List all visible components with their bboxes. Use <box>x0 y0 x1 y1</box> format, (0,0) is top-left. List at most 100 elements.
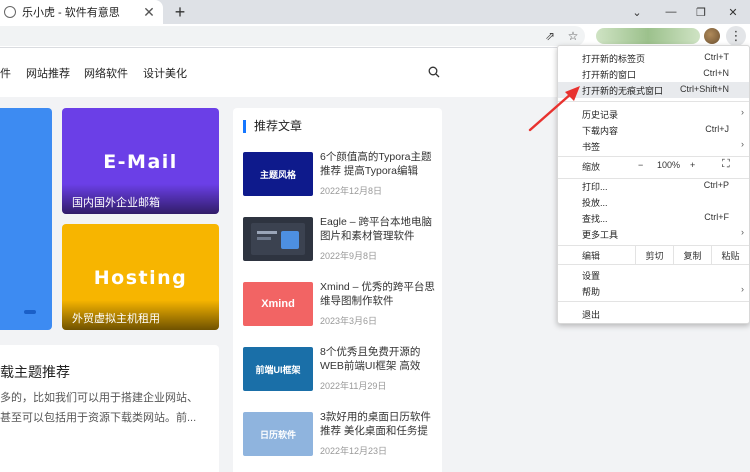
menu-item-history[interactable]: 历史记录 › <box>558 106 749 122</box>
recommended-articles: 推荐文章 主题风格 6个颜值高的Typora主题推荐 提高Typora编辑器..… <box>233 108 442 472</box>
article-title[interactable]: 8个优秀且免费开源的WEB前端UI框架 高效开... <box>320 345 437 373</box>
window-close-button[interactable]: ✕ <box>718 0 748 24</box>
zoom-in-button[interactable]: + <box>690 160 695 170</box>
section-description: 多的，比如我们可以用于搭建企业网站、 甚至可以包括用于资源下载类网站。前... <box>0 388 205 428</box>
article-date: 2023年3月6日 <box>320 316 378 326</box>
menu-item-bookmarks[interactable]: 书签 › <box>558 138 749 154</box>
description-line: 甚至可以包括用于资源下载类网站。前... <box>0 412 197 424</box>
zoom-row: 缩放 − 100% + ⛶ <box>558 156 749 178</box>
articles-heading: 推荐文章 <box>243 120 302 133</box>
promo-card-email[interactable]: E-Mail 国内国外企业邮箱 <box>62 108 219 214</box>
minimize-button[interactable]: — <box>656 0 686 24</box>
menu-item-new-window[interactable]: 打开新的窗口 Ctrl+N <box>558 66 749 82</box>
menu-divider <box>558 301 749 302</box>
copy-button[interactable]: 复制 <box>673 246 711 264</box>
article-date: 2022年11月29日 <box>320 381 387 391</box>
article-item[interactable]: Xmind Xmind – 优秀的跨平台思维导图制作软件 2023年3月6日 <box>243 280 439 326</box>
promo-title: Hosting <box>93 267 188 289</box>
paste-button[interactable]: 粘贴 <box>711 246 749 264</box>
article-title[interactable]: 3款好用的桌面日历软件推荐 美化桌面和任务提醒 <box>320 410 437 438</box>
promo-caption: 外贸虚拟主机租用 <box>62 300 219 330</box>
address-bar[interactable] <box>0 26 585 46</box>
avatar[interactable] <box>704 28 720 44</box>
article-title[interactable]: Xmind – 优秀的跨平台思维导图制作软件 <box>320 280 437 308</box>
menu-item-label: 帮助 <box>582 287 601 297</box>
menu-item-cast[interactable]: 投放... <box>558 194 749 210</box>
menu-kebab-icon[interactable]: ⋮ <box>726 26 746 46</box>
cut-button[interactable]: 剪切 <box>635 246 673 264</box>
menu-item-downloads[interactable]: 下载内容 Ctrl+J <box>558 122 749 138</box>
menu-item-exit[interactable]: 退出 <box>558 306 749 322</box>
edit-label: 编辑 <box>582 250 601 261</box>
menu-item-label: 书签 <box>582 142 601 152</box>
menu-item-print[interactable]: 打印... Ctrl+P <box>558 178 749 194</box>
menu-item-help[interactable]: 帮助 › <box>558 283 749 299</box>
menu-item-label: 查找... <box>582 214 608 224</box>
article-title[interactable]: Eagle – 跨平台本地电脑图片和素材管理软件 <box>320 215 437 243</box>
chevron-right-icon: › <box>741 227 744 237</box>
carousel-indicator[interactable] <box>24 310 36 314</box>
tab-close-icon[interactable]: ✕ <box>141 4 157 21</box>
article-item[interactable]: Eagle – 跨平台本地电脑图片和素材管理软件 2022年9月8日 <box>243 215 439 261</box>
article-item[interactable]: 主题风格 6个颜值高的Typora主题推荐 提高Typora编辑器... 202… <box>243 150 439 196</box>
zoom-out-button[interactable]: − <box>638 160 643 170</box>
site-favicon-icon <box>4 6 16 18</box>
article-thumbnail[interactable]: Xmind <box>243 282 313 326</box>
article-thumbnail[interactable]: 日历软件 <box>243 412 313 456</box>
fullscreen-icon[interactable]: ⛶ <box>722 158 730 171</box>
chevron-right-icon: › <box>741 139 744 149</box>
nav-item-design[interactable]: 设计美化 <box>143 65 187 81</box>
tab-strip: 乐小虎 - 软件有意思 ✕ + ⌄ — ❐ ✕ <box>0 0 750 24</box>
browser-main-menu: 打开新的标签页 Ctrl+T 打开新的窗口 Ctrl+N 打开新的无痕式窗口 C… <box>557 45 750 324</box>
zoom-level: 100% <box>657 160 681 170</box>
menu-item-label: 设置 <box>582 271 601 281</box>
menu-item-shortcut: Ctrl+P <box>703 180 729 190</box>
menu-item-find[interactable]: 查找... Ctrl+F <box>558 210 749 226</box>
promo-title: E-Mail <box>103 151 178 173</box>
profile-pill[interactable] <box>596 28 700 44</box>
menu-item-shortcut: Ctrl+J <box>705 124 729 134</box>
article-item[interactable]: 前端UI框架 8个优秀且免费开源的WEB前端UI框架 高效开... 2022年1… <box>243 345 439 391</box>
menu-item-label: 打印... <box>582 182 608 192</box>
tab-title: 乐小虎 - 软件有意思 <box>22 7 120 19</box>
edit-row: 编辑 剪切 复制 粘贴 <box>558 245 749 265</box>
article-thumbnail[interactable] <box>243 217 313 261</box>
menu-item-shortcut: Ctrl+Shift+N <box>679 84 729 94</box>
menu-divider <box>558 101 749 102</box>
new-tab-button[interactable]: + <box>170 1 190 23</box>
restore-button[interactable]: ❐ <box>686 0 716 24</box>
menu-item-new-tab[interactable]: 打开新的标签页 Ctrl+T <box>558 50 749 66</box>
menu-item-new-incognito-window[interactable]: 打开新的无痕式窗口 Ctrl+Shift+N <box>558 82 749 98</box>
nav-item-software[interactable]: 件 <box>0 65 11 81</box>
section-title[interactable]: 载主题推荐 <box>0 362 70 382</box>
nav-item-websites[interactable]: 网站推荐 <box>26 65 70 81</box>
bookmark-star-icon[interactable]: ☆ <box>565 28 581 44</box>
app-screenshot-thumbnail <box>251 223 305 255</box>
menu-item-more-tools[interactable]: 更多工具 › <box>558 226 749 242</box>
promo-card-hosting[interactable]: Hosting 外贸虚拟主机租用 <box>62 224 219 330</box>
featured-banner[interactable] <box>0 108 52 330</box>
nav-item-network[interactable]: 网络软件 <box>84 65 128 81</box>
article-date: 2022年12月23日 <box>320 446 388 456</box>
menu-item-label: 历史记录 <box>582 110 619 120</box>
zoom-label: 缩放 <box>582 162 601 172</box>
article-date: 2022年12月8日 <box>320 186 383 196</box>
share-icon[interactable]: ⇗ <box>542 28 558 44</box>
article-item[interactable]: 日历软件 3款好用的桌面日历软件推荐 美化桌面和任务提醒 2022年12月23日 <box>243 410 439 456</box>
menu-item-label: 打开新的标签页 <box>582 54 646 64</box>
search-icon[interactable] <box>428 66 440 78</box>
article-title[interactable]: 6个颜值高的Typora主题推荐 提高Typora编辑器... <box>320 150 437 178</box>
browser-tab[interactable]: 乐小虎 - 软件有意思 ✕ <box>0 0 163 24</box>
menu-item-label: 下载内容 <box>582 126 619 136</box>
article-thumbnail[interactable]: 前端UI框架 <box>243 347 313 391</box>
tab-search-icon[interactable]: ⌄ <box>622 0 652 24</box>
menu-item-shortcut: Ctrl+T <box>704 52 729 62</box>
menu-item-shortcut: Ctrl+N <box>703 68 729 78</box>
promo-caption: 国内国外企业邮箱 <box>62 184 219 214</box>
chevron-right-icon: › <box>741 107 744 117</box>
menu-item-label: 退出 <box>582 310 601 320</box>
article-thumbnail[interactable]: 主题风格 <box>243 152 313 196</box>
menu-item-label: 打开新的无痕式窗口 <box>582 86 664 96</box>
menu-item-label: 投放... <box>582 198 608 208</box>
menu-item-settings[interactable]: 设置 <box>558 267 749 283</box>
